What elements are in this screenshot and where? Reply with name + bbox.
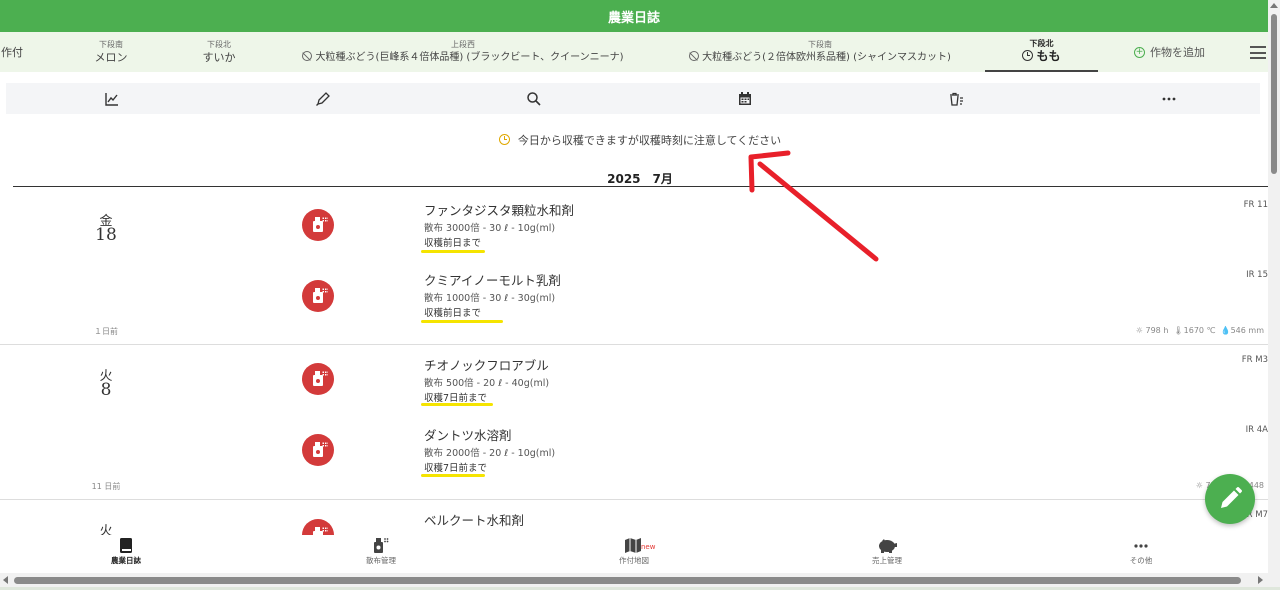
pesticide-name: クミアイノーモルト乳剤 bbox=[424, 273, 561, 288]
harvest-notice: 今日から収穫できますが収穫時刻に注意してください bbox=[0, 132, 1280, 148]
ban-icon bbox=[689, 51, 700, 61]
ban-icon bbox=[302, 51, 313, 61]
nav-planting-map[interactable]: new 作付地図 bbox=[574, 537, 694, 567]
new-badge: new bbox=[641, 543, 656, 551]
month-header: 2025 7月 bbox=[607, 172, 673, 186]
clock-icon bbox=[498, 134, 510, 145]
pencil-icon[interactable] bbox=[315, 91, 331, 107]
trash-list-icon[interactable] bbox=[948, 91, 964, 107]
scroll-up-arrow-icon[interactable] bbox=[1270, 3, 1278, 8]
harvest-limit: 収穫前日まで bbox=[424, 238, 482, 249]
more-icon bbox=[1134, 544, 1148, 548]
highlight-mark bbox=[421, 320, 503, 323]
frac-code: FR M3 bbox=[1241, 355, 1268, 365]
tab-shine-muscat[interactable]: 下段南 大粒種ぶどう(２倍体欧州系品種) (シャインマスカット) bbox=[684, 32, 956, 72]
calendar-icon[interactable] bbox=[737, 91, 753, 107]
chart-line-icon[interactable] bbox=[104, 91, 120, 107]
book-icon bbox=[120, 538, 132, 553]
bottom-nav: 農業日誌 散布管理 new 作付地図 売上管理 その他 bbox=[0, 535, 1268, 573]
app-title: 農業日誌 bbox=[607, 10, 660, 26]
add-crop-button[interactable]: + 作物を追加 bbox=[1134, 32, 1205, 72]
irac-code: IR 15 bbox=[1246, 270, 1268, 280]
piggy-bank-icon bbox=[879, 539, 897, 553]
horizontal-scrollbar[interactable] bbox=[0, 573, 1268, 587]
pencil-icon bbox=[1221, 487, 1242, 508]
spray-icon bbox=[374, 538, 389, 553]
pesticide-name: ファンタジスタ顆粒水和剤 bbox=[424, 203, 575, 218]
highlight-mark bbox=[421, 403, 493, 406]
pesticide-name: ベルクート水和剤 bbox=[424, 513, 525, 528]
hamburger-menu-icon[interactable] bbox=[1250, 46, 1266, 59]
clock-icon bbox=[1022, 50, 1034, 61]
vertical-scrollbar[interactable] bbox=[1268, 0, 1280, 587]
app-header: 農業日誌 bbox=[0, 0, 1268, 32]
spray-icon bbox=[302, 209, 334, 241]
more-icon[interactable] bbox=[1161, 91, 1177, 107]
irac-code: IR 4A bbox=[1245, 425, 1268, 435]
edit-fab-button[interactable] bbox=[1205, 474, 1255, 524]
nav-sales-management[interactable]: 売上管理 bbox=[827, 537, 947, 567]
day-group: 金 18 １日前 ☼ 798 h 🌡1670 ℃ 💧546 mm ファンタジスタ… bbox=[0, 190, 1268, 345]
search-icon[interactable] bbox=[526, 91, 542, 107]
highlight-mark bbox=[421, 474, 485, 477]
frac-code: FR 11 bbox=[1243, 200, 1268, 210]
scroll-left-arrow-icon[interactable] bbox=[3, 576, 8, 584]
dose-info: 散布 500倍 - 20 ℓ - 40g(ml) bbox=[424, 378, 550, 389]
tab-melon[interactable]: 下段南 メロン bbox=[76, 32, 146, 72]
tab-momo[interactable]: 下段北 もも bbox=[985, 32, 1098, 72]
spray-entry[interactable]: チオノックフロアブル 散布 500倍 - 20 ℓ - 40g(ml) 収穫7日… bbox=[0, 355, 1268, 423]
tab-suika[interactable]: 下段北 すいか bbox=[184, 32, 254, 72]
tab-kyoho-grape[interactable]: 上段西 大粒種ぶどう(巨峰系４倍体品種) (ブラックビート、クイーンニーナ) bbox=[300, 32, 626, 72]
plus-circle-icon: + bbox=[1134, 46, 1145, 58]
spray-icon bbox=[302, 363, 334, 395]
nav-spray-management[interactable]: 散布管理 bbox=[321, 537, 441, 567]
toolbar bbox=[6, 83, 1260, 114]
spray-entry[interactable]: クミアイノーモルト乳剤 散布 1000倍 - 30 ℓ - 30g(ml) 収穫… bbox=[0, 270, 1268, 338]
spray-entry[interactable]: ファンタジスタ顆粒水和剤 散布 3000倍 - 30 ℓ - 10g(ml) 収… bbox=[0, 200, 1268, 268]
dose-info: 散布 3000倍 - 30 ℓ - 10g(ml) bbox=[424, 223, 556, 234]
pesticide-name: チオノックフロアブル bbox=[424, 358, 549, 373]
nav-other[interactable]: その他 bbox=[1081, 537, 1201, 567]
harvest-limit: 収穫7日前まで bbox=[424, 463, 488, 474]
scrollbar-thumb[interactable] bbox=[1271, 14, 1277, 174]
harvest-limit: 収穫前日まで bbox=[424, 308, 482, 319]
spray-entry[interactable]: ダントツ水溶剤 散布 2000倍 - 20 ℓ - 10g(ml) 収穫7日前ま… bbox=[0, 425, 1268, 493]
scrollbar-thumb[interactable] bbox=[14, 577, 1241, 584]
month-divider bbox=[13, 186, 1268, 187]
nav-farm-diary[interactable]: 農業日誌 bbox=[66, 537, 186, 567]
dose-info: 散布 2000倍 - 20 ℓ - 10g(ml) bbox=[424, 448, 556, 459]
scroll-right-arrow-icon[interactable] bbox=[1258, 576, 1263, 584]
day-group: 火 ベルクート水和剤 FR M7 bbox=[0, 500, 1268, 551]
spray-icon bbox=[302, 434, 334, 466]
dose-info: 散布 1000倍 - 30 ℓ - 30g(ml) bbox=[424, 293, 556, 304]
spray-icon bbox=[302, 280, 334, 312]
highlight-mark bbox=[421, 250, 485, 253]
crop-tabs: 作付 下段南 メロン 下段北 すいか 上段西 大粒種ぶどう(巨峰系４倍体品種) … bbox=[0, 32, 1268, 72]
tab-sakutsuke[interactable]: 作付 bbox=[0, 32, 28, 72]
day-group: 火 8 11 日前 ☼ 729 h 🌡1448 チオノックフロアブル 散布 50… bbox=[0, 345, 1268, 500]
pesticide-name: ダントツ水溶剤 bbox=[424, 428, 512, 443]
harvest-limit: 収穫7日前まで bbox=[424, 393, 488, 404]
